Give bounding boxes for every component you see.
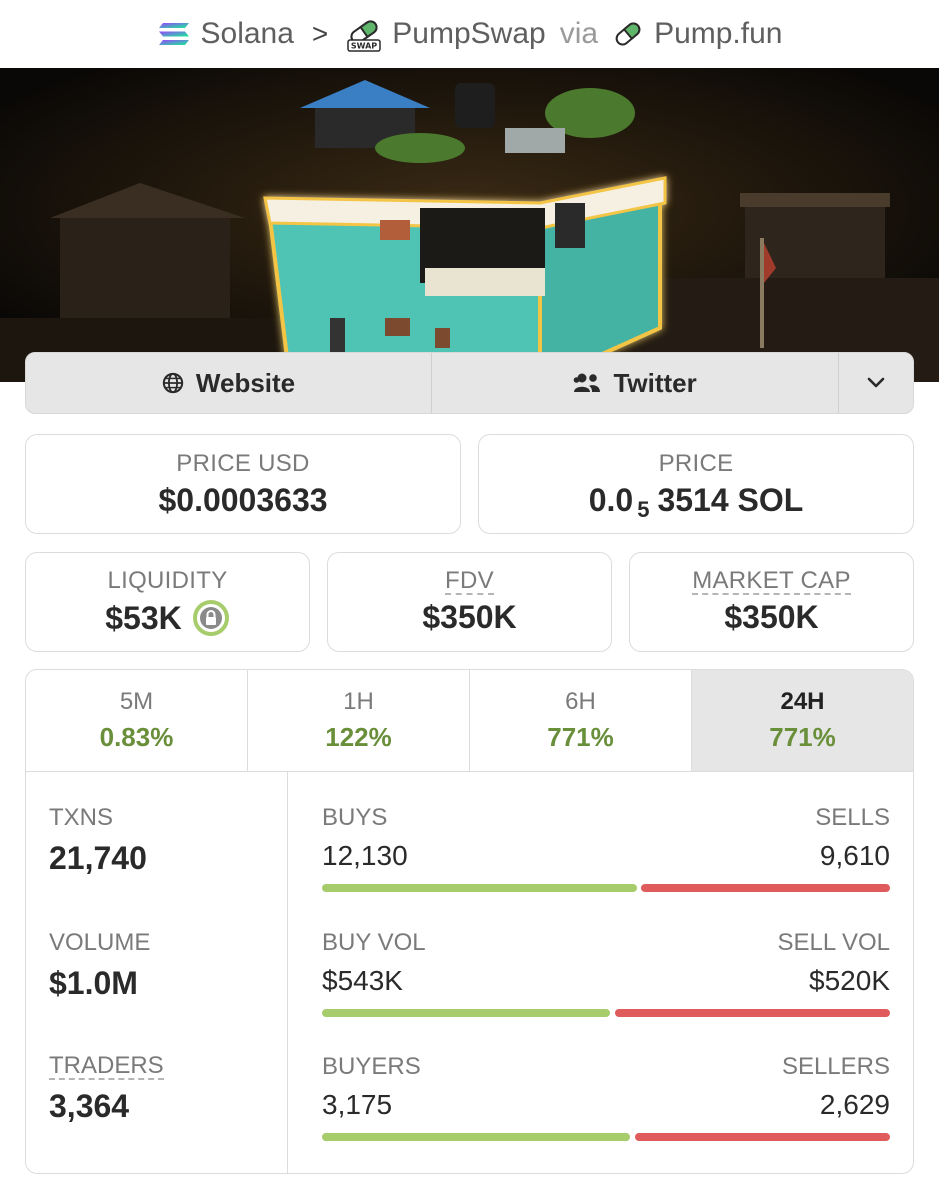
liquidity-value-row: $53K (105, 599, 230, 637)
token-banner-image (0, 68, 939, 382)
price-usd-label: PRICE USD (176, 449, 310, 477)
solana-logo-icon (158, 23, 189, 45)
buy-vol-value: $543K (322, 965, 403, 996)
volume-ratio-bar (322, 1009, 890, 1017)
banner-artwork (0, 68, 939, 382)
chain-name: Solana (200, 17, 294, 50)
tab-label: 5M (119, 688, 154, 715)
chain-crumb[interactable]: Solana (157, 17, 294, 51)
sells-label: SELLS (815, 804, 890, 831)
buys-value: 12,130 (322, 840, 408, 871)
buy-bar (322, 884, 637, 892)
buys-label: BUYS (322, 804, 388, 831)
launchpad-crumb[interactable]: Pump.fun (612, 17, 782, 51)
liquidity-card: LIQUIDITY $53K (25, 552, 310, 652)
breadcrumb-separator: > (311, 18, 329, 49)
launchpad-name: Pump.fun (654, 17, 783, 50)
traders-value: 3,364 (49, 1088, 130, 1125)
price-usd-value: $0.0003633 (158, 481, 328, 518)
website-button[interactable]: Website (26, 353, 433, 413)
traders-label[interactable]: TRADERS (49, 1053, 164, 1081)
tab-24h[interactable]: 24H 771% (692, 670, 913, 771)
liquidity-value: $53K (105, 599, 182, 636)
globe-icon (162, 372, 184, 394)
buyers-value: 3,175 (322, 1089, 393, 1120)
stats-panel: 5M 0.83% 1H 122% 6H 771% 24H 771% TXNS 2… (25, 669, 914, 1174)
sell-bar (614, 1009, 890, 1017)
price-native-rest: 3514 SOL (657, 481, 804, 518)
tab-label: 1H (343, 688, 374, 715)
price-usd-card: PRICE USD $0.0003633 (25, 434, 461, 534)
pumpswap-logo-icon: SWAP (347, 20, 382, 52)
sellers-value: 2,629 (819, 1089, 890, 1120)
stats-summary: TXNS 21,740 VOLUME $1.0M TRADERS 3,364 (26, 772, 288, 1173)
price-native-value: 0.0 5 3514 SOL (588, 481, 804, 523)
liquidity-label: LIQUIDITY (107, 567, 228, 594)
tab-change: 771% (769, 722, 836, 752)
sells-value: 9,610 (819, 840, 890, 871)
timeframe-tabs: 5M 0.83% 1H 122% 6H 771% 24H 771% (26, 670, 913, 772)
pumpfun-pill-icon (615, 22, 641, 46)
tab-5m[interactable]: 5M 0.83% (26, 670, 248, 771)
twitter-label: Twitter (613, 367, 697, 398)
market-cap-card: MARKET CAP $350K (629, 552, 914, 652)
traders-ratio: BUYERS SELLERS 3,175 2,629 (322, 1053, 890, 1141)
price-native-label: PRICE (658, 449, 734, 477)
tab-label: 24H (780, 688, 825, 715)
users-icon (574, 373, 601, 392)
volume-value: $1.0M (49, 965, 138, 1001)
fdv-label[interactable]: FDV (445, 568, 494, 596)
chevron-down-icon (867, 377, 885, 388)
buy-vol-label: BUY VOL (322, 929, 426, 956)
buy-bar (322, 1009, 610, 1017)
fdv-value: $350K (422, 599, 517, 636)
buy-sell-breakdown: BUYS SELLS 12,130 9,610 BUY VOL SELL VOL… (322, 772, 890, 1173)
price-native-zero-count: 5 (637, 497, 650, 522)
txns-ratio: BUYS SELLS 12,130 9,610 (322, 804, 890, 892)
dex-name: PumpSwap (392, 17, 546, 50)
volume-label: VOLUME (49, 929, 151, 956)
traders-ratio-bar (322, 1133, 890, 1141)
more-links-button[interactable] (839, 353, 913, 413)
tab-label: 6H (565, 688, 596, 715)
fdv-card: FDV $350K (327, 552, 612, 652)
tab-6h[interactable]: 6H 771% (470, 670, 692, 771)
tab-change: 0.83% (99, 722, 174, 752)
txns-ratio-bar (322, 884, 890, 892)
sell-vol-label: SELL VOL (777, 929, 890, 956)
txns-label: TXNS (49, 804, 114, 831)
price-native-card: PRICE 0.0 5 3514 SOL (478, 434, 914, 534)
txns-value: 21,740 (49, 840, 147, 876)
price-native-prefix: 0.0 (588, 481, 634, 518)
tab-change: 122% (325, 722, 392, 752)
tab-1h[interactable]: 1H 122% (248, 670, 470, 771)
dex-crumb[interactable]: SWAP PumpSwap (346, 16, 546, 52)
sell-bar (634, 1133, 890, 1141)
buy-bar (322, 1133, 631, 1141)
breadcrumb: Solana > SWAP PumpSwap via Pump.fun (0, 0, 939, 68)
volume-stat: VOLUME $1.0M (49, 929, 150, 1002)
sell-vol-value: $520K (809, 965, 890, 996)
twitter-button[interactable]: Twitter (432, 353, 840, 413)
dex-badge: SWAP (351, 42, 377, 51)
sellers-label: SELLERS (781, 1053, 890, 1080)
market-cap-value: $350K (724, 599, 819, 636)
tab-change: 771% (547, 722, 614, 752)
volume-ratio: BUY VOL SELL VOL $543K $520K (322, 929, 890, 1017)
website-label: Website (195, 367, 296, 398)
buyers-label: BUYERS (322, 1053, 421, 1080)
via-label: via (559, 17, 599, 50)
lock-icon[interactable] (192, 599, 230, 637)
traders-stat: TRADERS 3,364 (49, 1053, 164, 1125)
txns-stat: TXNS 21,740 (49, 804, 147, 877)
links-bar: Website Twitter (25, 352, 914, 414)
sell-bar (641, 884, 890, 892)
market-cap-label[interactable]: MARKET CAP (692, 568, 851, 596)
